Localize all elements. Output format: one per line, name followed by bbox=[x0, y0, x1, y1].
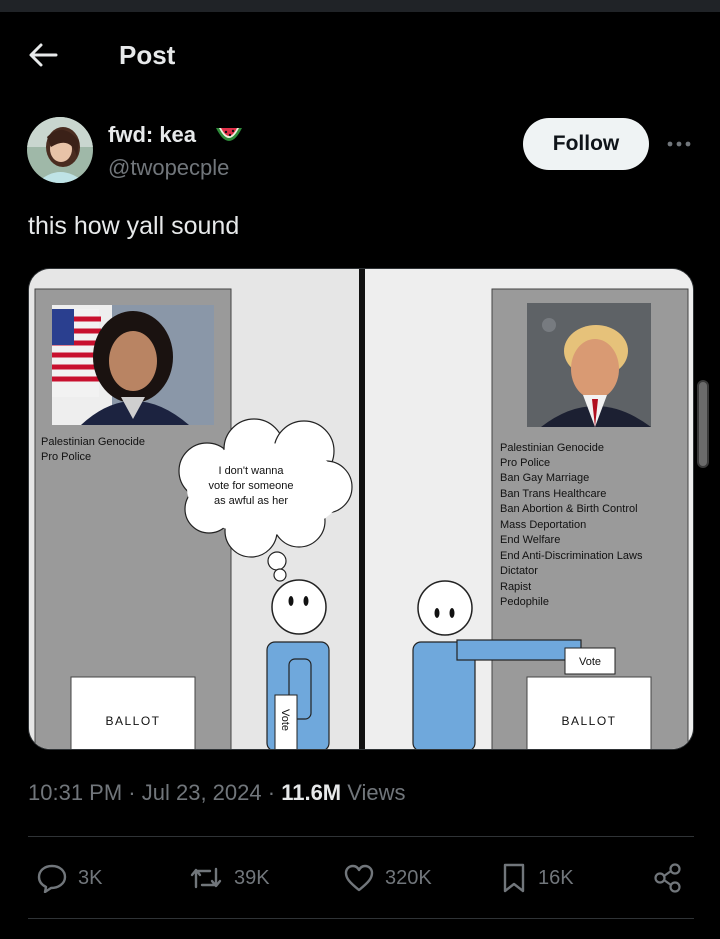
right-policy-9: Dictator bbox=[500, 565, 538, 577]
more-button[interactable] bbox=[664, 132, 694, 156]
share-button[interactable] bbox=[652, 858, 684, 898]
right-policy-1: Palestinian Genocide bbox=[500, 442, 604, 454]
left-candidate-photo bbox=[52, 305, 214, 425]
right-policy-4: Ban Trans Healthcare bbox=[500, 488, 606, 500]
status-bar bbox=[0, 0, 720, 12]
thought-line-3: as awful as her bbox=[214, 495, 288, 507]
right-policy-3: Ban Gay Marriage bbox=[500, 472, 589, 484]
repost-icon bbox=[190, 867, 222, 889]
right-policy-8: End Anti-Discrimination Laws bbox=[500, 550, 643, 562]
like-button[interactable]: 320K bbox=[343, 858, 432, 898]
right-candidate-photo bbox=[527, 303, 651, 427]
left-policy-1: Palestinian Genocide bbox=[41, 436, 145, 448]
tweet-image[interactable]: Palestinian Genocide Pro Police I don't … bbox=[28, 268, 694, 750]
repost-count: 39K bbox=[234, 866, 270, 889]
meta-separator: · bbox=[267, 780, 276, 805]
thought-line-1: I don't wanna bbox=[218, 465, 284, 477]
divider bbox=[28, 918, 694, 919]
thought-line-2: vote for someone bbox=[209, 480, 294, 492]
bookmark-icon bbox=[503, 863, 525, 893]
left-ballot-label: BALLOT bbox=[105, 714, 160, 728]
page-title: Post bbox=[119, 40, 176, 70]
share-icon bbox=[654, 863, 681, 893]
avatar[interactable] bbox=[27, 117, 93, 183]
heart-icon bbox=[344, 864, 374, 892]
watermelon-icon bbox=[214, 124, 244, 146]
back-button[interactable] bbox=[26, 40, 60, 70]
tweet-meta: 10:31 PM · Jul 23, 2024 · 11.6M Views bbox=[28, 780, 406, 806]
tweet-date[interactable]: Jul 23, 2024 bbox=[142, 780, 262, 805]
left-vote-label: Vote bbox=[279, 709, 291, 731]
right-ballot-label: BALLOT bbox=[561, 714, 616, 728]
reply-count: 3K bbox=[78, 866, 103, 889]
like-count: 320K bbox=[385, 866, 432, 889]
left-policy-2: Pro Police bbox=[41, 451, 91, 463]
right-policy-2: Pro Police bbox=[500, 457, 550, 469]
scrollbar[interactable] bbox=[697, 380, 709, 468]
tweet-time[interactable]: 10:31 PM bbox=[28, 780, 122, 805]
right-policy-10: Rapist bbox=[500, 581, 531, 593]
user-handle[interactable]: @twopecple bbox=[108, 155, 229, 181]
header: Post bbox=[0, 12, 720, 98]
views-count: 11.6M bbox=[281, 780, 342, 805]
bookmark-button[interactable]: 16K bbox=[500, 858, 574, 898]
right-policy-6: Mass Deportation bbox=[500, 519, 586, 531]
bookmark-count: 16K bbox=[538, 866, 574, 889]
arrow-left-icon bbox=[29, 43, 58, 67]
meta-separator: · bbox=[128, 780, 136, 805]
reply-icon bbox=[37, 864, 67, 893]
divider bbox=[28, 836, 694, 837]
display-name[interactable]: fwd: kea bbox=[108, 122, 196, 148]
more-dots-icon bbox=[667, 141, 691, 147]
tweet-text: this how yall sound bbox=[28, 212, 240, 240]
right-policy-11: Pedophile bbox=[500, 596, 549, 608]
reply-button[interactable]: 3K bbox=[36, 858, 102, 898]
views-label: Views bbox=[347, 780, 406, 805]
right-policy-7: End Welfare bbox=[500, 534, 560, 546]
follow-button[interactable]: Follow bbox=[523, 118, 649, 170]
repost-button[interactable]: 39K bbox=[188, 858, 270, 898]
right-policy-5: Ban Abortion & Birth Control bbox=[500, 503, 638, 515]
right-vote-label: Vote bbox=[579, 656, 601, 668]
